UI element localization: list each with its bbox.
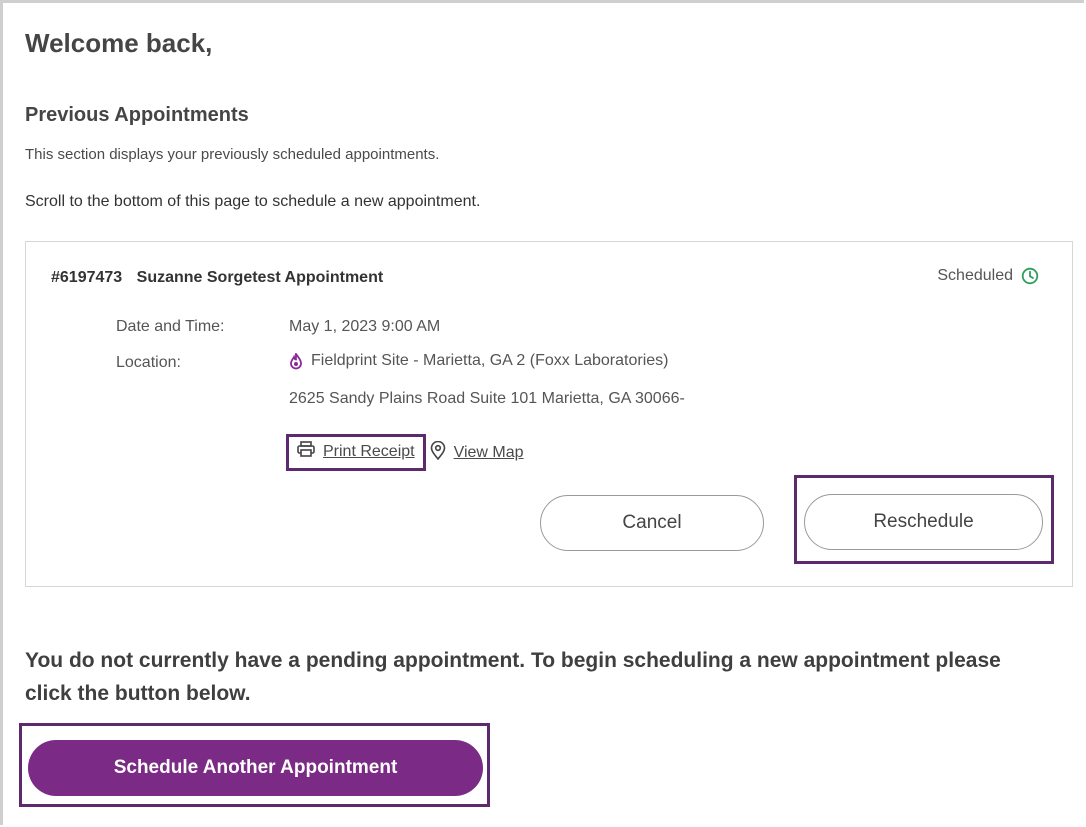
address-text: 2625 Sandy Plains Road Suite 101 Mariett… [289, 390, 685, 407]
printer-icon [297, 441, 315, 462]
scroll-hint-text: Scroll to the bottom of this page to sch… [25, 193, 481, 210]
previous-appointments-description: This section displays your previously sc… [25, 146, 440, 163]
status-badge: Scheduled [937, 267, 1039, 285]
cancel-button[interactable]: Cancel [540, 495, 764, 551]
site-name: Fieldprint Site - Marietta, GA 2 (Foxx L… [311, 352, 669, 369]
reschedule-highlight: Reschedule [794, 475, 1054, 564]
clock-icon [1021, 267, 1039, 285]
reschedule-button[interactable]: Reschedule [804, 494, 1043, 550]
appointment-name: Suzanne Sorgetest Appointment [136, 269, 384, 286]
status-text: Scheduled [937, 267, 1013, 284]
location-site: Fieldprint Site - Marietta, GA 2 (Foxx L… [289, 351, 669, 370]
welcome-heading: Welcome back, [25, 28, 213, 58]
view-map-label[interactable]: View Map [454, 444, 524, 462]
appointment-header: #6197473 Suzanne Sorgetest Appointment [51, 269, 383, 287]
schedule-highlight: Schedule Another Appointment [19, 723, 490, 807]
previous-appointments-title: Previous Appointments [25, 104, 249, 126]
map-pin-icon [430, 440, 446, 465]
date-value: May 1, 2023 9:00 AM [289, 318, 441, 335]
print-receipt-link[interactable]: Print Receipt [286, 434, 426, 471]
appointment-number: #6197473 [51, 269, 123, 286]
schedule-another-appointment-button[interactable]: Schedule Another Appointment [28, 740, 483, 796]
appointment-links: Print Receipt View Map [286, 434, 524, 471]
appointment-card: #6197473 Suzanne Sorgetest Appointment S… [25, 241, 1073, 587]
date-label: Date and Time: [116, 318, 225, 335]
location-label: Location: [116, 354, 181, 371]
view-map-link[interactable]: View Map [430, 440, 524, 465]
location-drop-icon [289, 351, 303, 370]
pending-message: You do not currently have a pending appo… [25, 649, 1001, 705]
print-receipt-label[interactable]: Print Receipt [323, 443, 415, 461]
